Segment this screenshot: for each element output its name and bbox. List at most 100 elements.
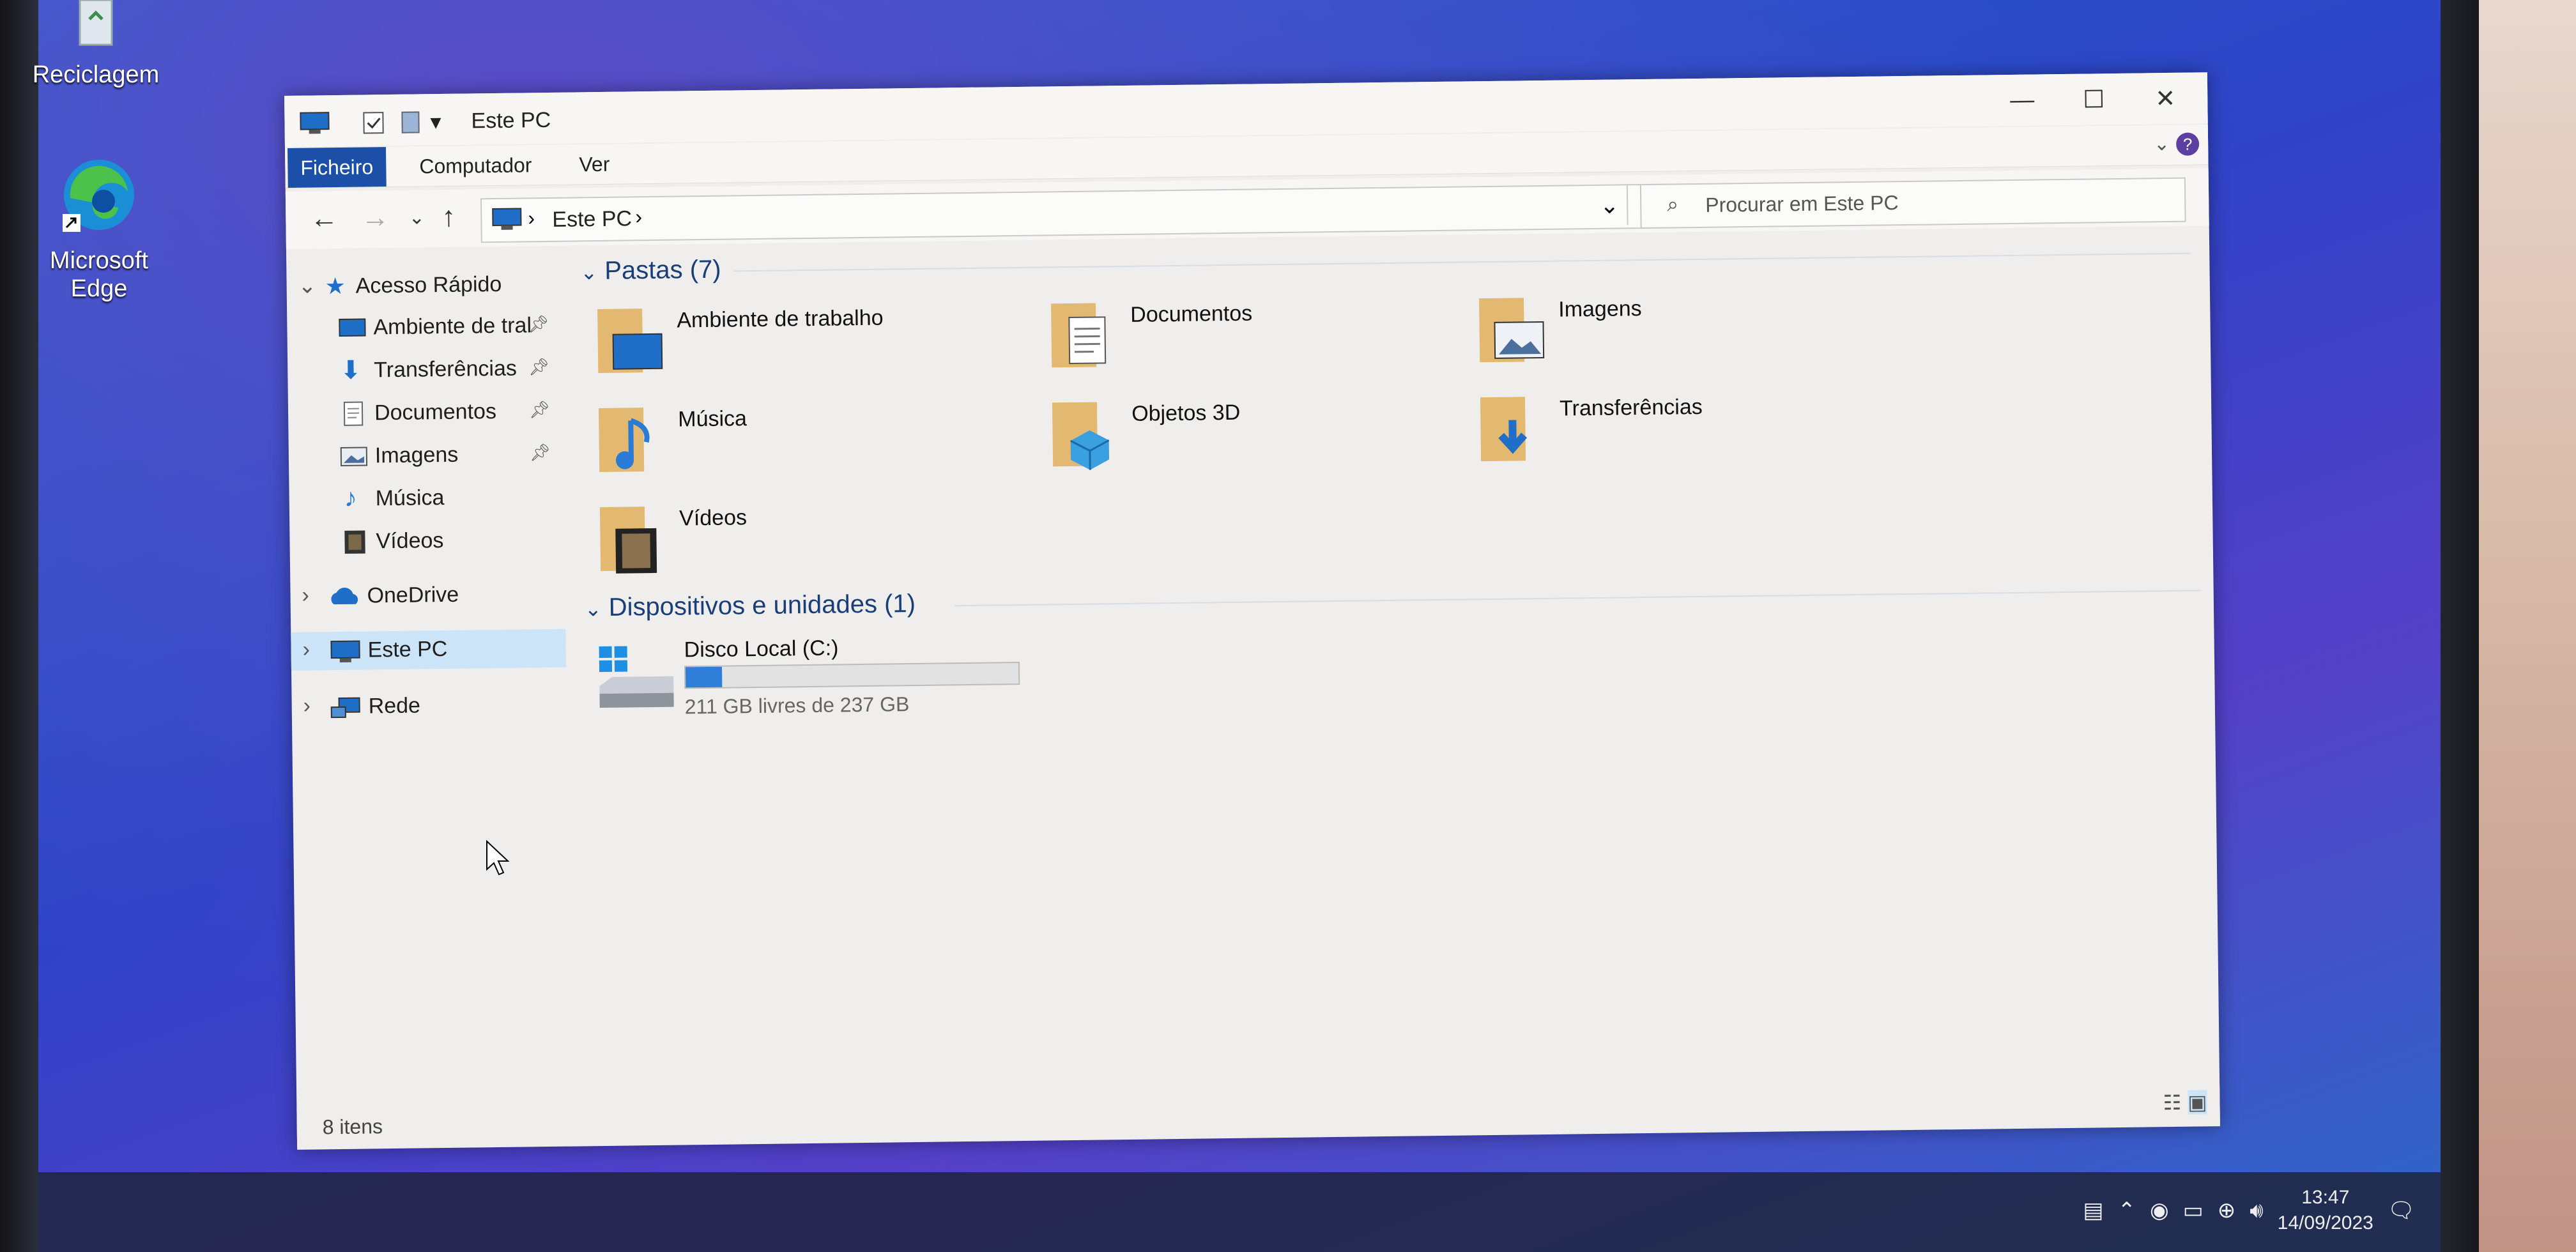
devices-group-header[interactable]: ⌄ Dispositivos e unidades (1) bbox=[585, 590, 916, 622]
taskbar: ▤ ⌃ ◉ ▭ ⊕ 🔊︎ 13:47 14/09/2023 🗨︎ bbox=[38, 1172, 2441, 1252]
nav-quick-access[interactable]: ⌄ ★ Acesso Rápido bbox=[286, 265, 562, 307]
edge-label: Microsoft Edge bbox=[49, 247, 149, 302]
nav-item-desktop[interactable]: Ambiente de tral 📌︎ bbox=[287, 307, 562, 348]
folder-label: Objetos 3D bbox=[1131, 400, 1241, 426]
recycle-bin-shortcut[interactable]: Reciclagem bbox=[32, 0, 160, 89]
recycle-bin-label: Reciclagem bbox=[32, 61, 160, 88]
close-button[interactable]: ✕ bbox=[2129, 79, 2202, 118]
chevron-right-icon[interactable]: › bbox=[303, 694, 310, 719]
volume-icon[interactable]: 🔊︎ bbox=[2250, 1198, 2263, 1223]
drive-free-space: 211 GB livres de 237 GB bbox=[684, 692, 910, 719]
nav-label: OneDrive bbox=[367, 582, 459, 608]
hard-drive-icon bbox=[597, 641, 674, 718]
chevron-right-icon[interactable]: › bbox=[302, 583, 309, 608]
music-icon: ♪ bbox=[344, 484, 357, 512]
edge-shortcut[interactable]: Microsoft Edge bbox=[35, 153, 163, 303]
nav-label: Imagens bbox=[374, 442, 459, 468]
pin-icon: 📌︎ bbox=[528, 314, 549, 334]
folder-tile-desktop[interactable]: Ambiente de trabalho bbox=[594, 298, 1004, 386]
forward-arrow-icon[interactable]: → bbox=[356, 202, 395, 234]
details-view-icon[interactable]: ☷ bbox=[2163, 1090, 2181, 1115]
notifications-icon[interactable]: 🗨︎ bbox=[2388, 1198, 2415, 1223]
chevron-down-icon[interactable]: ⌄ bbox=[298, 273, 316, 298]
nav-label: Vídeos bbox=[376, 528, 444, 554]
nav-item-downloads[interactable]: ⬇ Transferências 📌︎ bbox=[288, 349, 563, 391]
nav-this-pc[interactable]: › Este PC bbox=[291, 629, 566, 671]
maximize-button[interactable]: ☐ bbox=[2058, 80, 2130, 119]
3d-objects-folder-icon bbox=[1048, 395, 1119, 473]
camera-icon[interactable]: ◉ bbox=[2150, 1198, 2169, 1223]
address-bar[interactable]: › Este PC › ⌄ ↻ bbox=[480, 183, 1672, 243]
quick-access-dropdown-icon[interactable]: ▾ bbox=[430, 109, 441, 135]
large-icons-view-icon[interactable]: ▣ bbox=[2188, 1090, 2207, 1115]
chevron-down-icon[interactable]: ⌄ bbox=[580, 261, 597, 284]
folder-label: Documentos bbox=[1130, 301, 1253, 327]
nav-item-videos[interactable]: Vídeos bbox=[289, 521, 565, 562]
breadcrumb-separator-icon[interactable]: › bbox=[528, 206, 535, 230]
divider bbox=[954, 590, 2201, 607]
new-folder-icon[interactable] bbox=[399, 109, 423, 141]
clock-time: 13:47 bbox=[2301, 1187, 2350, 1208]
nav-label: Música bbox=[375, 485, 445, 511]
folders-group-header[interactable]: ⌄ Pastas (7) bbox=[580, 256, 721, 286]
nav-item-documents[interactable]: Documentos 📌︎ bbox=[288, 392, 564, 434]
nav-label: Acesso Rápido bbox=[355, 271, 502, 298]
mouse-cursor-icon bbox=[486, 839, 511, 879]
ribbon-expand-chevron-icon[interactable]: ⌄ bbox=[2154, 133, 2170, 155]
nav-network[interactable]: › Rede bbox=[291, 685, 567, 727]
help-icon[interactable]: ? bbox=[2175, 132, 2200, 156]
computer-icon bbox=[298, 111, 331, 142]
clock[interactable]: 13:47 14/09/2023 bbox=[2278, 1185, 2373, 1236]
search-box[interactable]: ⌕ Procurar em Este PC bbox=[1639, 177, 2186, 229]
divider bbox=[733, 252, 2191, 272]
breadcrumb-este-pc[interactable]: Este PC bbox=[552, 206, 632, 233]
folder-tile-3d-objects[interactable]: Objetos 3D bbox=[1048, 392, 1459, 480]
folder-tile-pictures[interactable]: Imagens bbox=[1475, 287, 1885, 375]
pin-icon: 📌︎ bbox=[528, 356, 550, 377]
address-dropdown-chevron-icon[interactable]: ⌄ bbox=[1600, 192, 1620, 218]
folder-tile-videos[interactable]: Vídeos bbox=[596, 496, 1006, 584]
chevron-right-icon[interactable]: › bbox=[302, 637, 310, 662]
nav-label: Ambiente de tral bbox=[373, 313, 532, 340]
pin-icon: 📌︎ bbox=[528, 399, 551, 420]
recycle-bin-icon bbox=[32, 0, 160, 57]
desktop-folder-icon bbox=[594, 302, 664, 379]
folder-tile-documents[interactable]: Documentos bbox=[1047, 293, 1457, 381]
tab-view[interactable]: Ver bbox=[566, 144, 623, 185]
breadcrumb-separator-icon[interactable]: › bbox=[635, 205, 642, 229]
folder-tile-music[interactable]: Música bbox=[595, 397, 1005, 485]
nav-item-music[interactable]: ♪ Música bbox=[289, 478, 564, 519]
file-explorer-window: ▾ Este PC — ☐ ✕ Ficheiro Computador Ver … bbox=[284, 72, 2220, 1150]
content-pane: ⌄ Pastas (7) Ambiente de trabalho Docume… bbox=[567, 232, 2213, 1101]
news-widget-icon[interactable]: ▤ bbox=[2083, 1198, 2103, 1223]
minimize-button[interactable]: — bbox=[1986, 80, 2058, 119]
nav-label: Este PC bbox=[367, 636, 448, 662]
back-arrow-icon[interactable]: ← bbox=[305, 202, 344, 235]
nav-item-pictures[interactable]: Imagens 📌︎ bbox=[289, 435, 564, 477]
tab-file[interactable]: Ficheiro bbox=[288, 147, 387, 188]
properties-icon[interactable] bbox=[361, 110, 387, 141]
folder-tile-downloads[interactable]: Transferências bbox=[1476, 386, 1887, 474]
folder-label: Ambiente de trabalho bbox=[677, 305, 884, 333]
video-icon bbox=[343, 529, 367, 560]
nav-label: Transferências bbox=[374, 356, 518, 383]
pin-icon: 📌︎ bbox=[529, 442, 551, 462]
tab-computer[interactable]: Computador bbox=[406, 145, 545, 187]
edge-icon bbox=[35, 153, 163, 243]
show-hidden-icons-chevron[interactable]: ⌃ bbox=[2117, 1198, 2136, 1223]
drive-usage-fill bbox=[685, 666, 723, 688]
battery-icon[interactable]: ▭ bbox=[2183, 1198, 2204, 1223]
image-icon bbox=[340, 446, 368, 473]
network-icon bbox=[330, 696, 362, 728]
download-icon: ⬇ bbox=[339, 356, 362, 385]
document-icon bbox=[342, 401, 365, 432]
folder-label: Transferências bbox=[1559, 394, 1703, 421]
nav-onedrive[interactable]: › OneDrive bbox=[290, 575, 565, 616]
drive-tile-c[interactable]: Disco Local (C:) 211 GB livres de 237 GB bbox=[597, 636, 1046, 725]
chevron-down-icon[interactable]: ⌄ bbox=[585, 597, 602, 620]
window-title: Este PC bbox=[471, 107, 551, 134]
network-globe-icon[interactable]: ⊕ bbox=[2218, 1198, 2236, 1223]
documents-folder-icon bbox=[1047, 296, 1118, 374]
star-icon: ★ bbox=[325, 272, 346, 300]
up-arrow-icon[interactable]: ↑ bbox=[429, 201, 468, 234]
